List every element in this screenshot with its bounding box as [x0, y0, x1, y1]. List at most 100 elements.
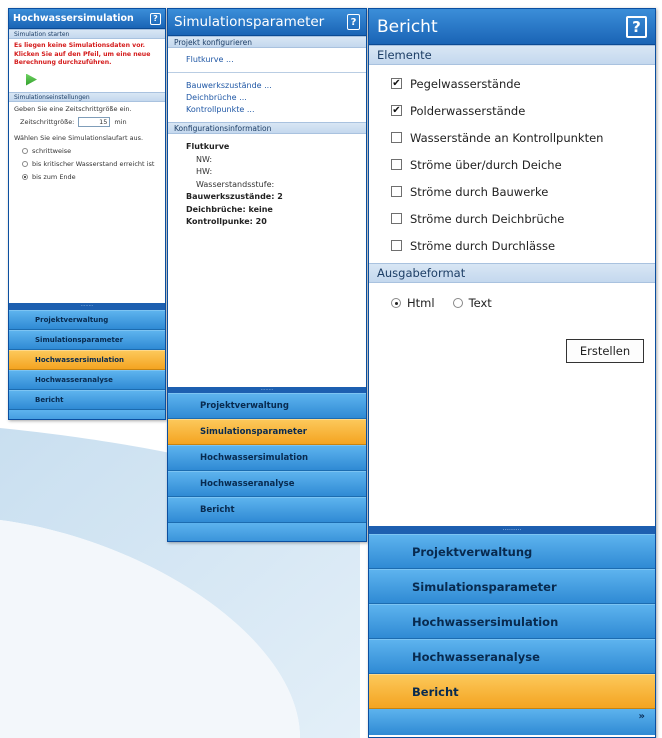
element-row[interactable]: Ströme über/durch Deiche: [369, 151, 655, 178]
nav-item-simulationsparameter[interactable]: Simulationsparameter: [168, 419, 366, 445]
run-prompt: Wählen Sie eine Simulationslaufart aus.: [14, 133, 144, 142]
element-label: Ströme durch Bauwerke: [410, 184, 549, 199]
info-checkpoints: Kontrollpunke: 20: [186, 217, 267, 226]
play-icon[interactable]: [26, 73, 37, 86]
more-chevron-icon[interactable]: »: [639, 712, 645, 722]
element-checklist: ✔ Pegelwasserstände ✔ Polderwasserstände…: [369, 65, 655, 263]
parameters-title: Simulationsparameter: [174, 14, 325, 30]
radio-button-selected[interactable]: [22, 174, 28, 180]
nav-item-projektverwaltung[interactable]: Projektverwaltung: [168, 393, 366, 419]
element-row[interactable]: ✔ Pegelwasserstände: [369, 70, 655, 97]
navigation-pane: ........ Projektverwaltung Simulationspa…: [168, 387, 366, 541]
run-option-end[interactable]: bis zum Ende: [22, 173, 160, 182]
run-option-critical[interactable]: bis kritischer Wasserstand erreicht ist: [22, 160, 160, 169]
element-row[interactable]: Wasserstände an Kontrollpunkten: [369, 124, 655, 151]
checkbox[interactable]: [391, 240, 402, 251]
simulation-titlebar: Hochwassersimulation ?: [9, 9, 165, 29]
nav-item-projektverwaltung[interactable]: Projektverwaltung: [9, 310, 165, 330]
element-row[interactable]: Ströme durch Durchlässe: [369, 232, 655, 259]
section-config-info: Konfigurationsinformation: [168, 122, 366, 134]
nav-item-hochwasseranalyse[interactable]: Hochwasseranalyse: [168, 471, 366, 497]
radio-button[interactable]: [22, 148, 28, 154]
simulation-title: Hochwassersimulation: [13, 13, 134, 24]
element-label: Ströme über/durch Deiche: [410, 157, 562, 172]
run-option-stepwise[interactable]: schrittweise: [22, 147, 160, 156]
help-icon[interactable]: ?: [150, 12, 161, 25]
section-project-config: Projekt konfigurieren: [168, 36, 366, 48]
simulation-panel: Hochwassersimulation ? Simulation starte…: [8, 8, 166, 420]
info-structures: Bauwerkszustände: 2: [186, 192, 283, 201]
config-info: Flutkurve NW: HW: Wasserstandsstufe: Bau…: [168, 134, 366, 229]
element-label: Ströme durch Deichbrüche: [410, 211, 565, 226]
radio-button[interactable]: [452, 298, 463, 308]
nav-item-bericht[interactable]: Bericht: [9, 390, 165, 410]
nav-item-bericht[interactable]: Bericht: [168, 497, 366, 523]
info-nw: NW:: [196, 154, 213, 164]
element-row[interactable]: Ströme durch Bauwerke: [369, 178, 655, 205]
nav-item-hochwasseranalyse[interactable]: Hochwasseranalyse: [369, 639, 655, 674]
element-label: Ströme durch Durchlässe: [410, 238, 556, 253]
link-checkpoints[interactable]: Kontrollpunkte ...: [186, 104, 366, 116]
element-row[interactable]: Ströme durch Deichbrüche: [369, 205, 655, 232]
run-option-label: bis kritischer Wasserstand erreicht ist: [32, 159, 155, 168]
format-html-label: Html: [407, 296, 435, 310]
nav-item-hochwasseranalyse[interactable]: Hochwasseranalyse: [9, 370, 165, 390]
run-option-label: schrittweise: [32, 146, 72, 155]
section-simulation-settings: Simulationseinstellungen: [9, 91, 165, 102]
nav-item-bericht[interactable]: Bericht: [369, 674, 655, 709]
divider: [168, 72, 366, 73]
report-titlebar: Bericht ?: [369, 9, 655, 45]
nav-splitter[interactable]: ..........: [369, 526, 655, 534]
help-icon[interactable]: ?: [626, 15, 647, 38]
checkbox[interactable]: [391, 186, 402, 197]
step-size-input[interactable]: 15: [78, 116, 111, 127]
navigation-pane: ........ Projektverwaltung Simulationspa…: [9, 303, 165, 419]
link-flood-curve[interactable]: Flutkurve ...: [186, 54, 366, 66]
nav-item-simulationsparameter[interactable]: Simulationsparameter: [9, 330, 165, 350]
section-elements: Elemente: [369, 45, 655, 65]
nav-item-simulationsparameter[interactable]: Simulationsparameter: [369, 569, 655, 604]
step-unit: min: [114, 117, 127, 126]
nav-splitter[interactable]: ........: [9, 303, 165, 310]
nav-footer: [168, 523, 366, 541]
report-title: Bericht: [377, 16, 438, 37]
link-structure-states[interactable]: Bauwerkszustände ...: [186, 80, 366, 92]
format-html-option[interactable]: Html: [391, 296, 435, 310]
checkbox-checked[interactable]: ✔: [391, 105, 402, 116]
element-label: Pegelwasserstände: [410, 76, 521, 91]
report-panel: Bericht ? Elemente ✔ Pegelwasserstände ✔…: [368, 8, 656, 738]
format-options: Html Text: [369, 291, 655, 315]
nav-item-hochwassersimulation[interactable]: Hochwassersimulation: [9, 350, 165, 370]
info-hw: HW:: [196, 167, 213, 176]
info-breaches: Deichbrüche: keine: [186, 204, 273, 214]
checkbox[interactable]: [391, 132, 402, 143]
nav-item-projektverwaltung[interactable]: Projektverwaltung: [369, 534, 655, 569]
error-message: Es liegen keine Simulationsdaten vor.: [14, 42, 145, 49]
radio-button-selected[interactable]: [391, 298, 401, 308]
info-flood-curve: Flutkurve: [186, 142, 230, 151]
step-prompt: Geben Sie eine Zeitschrittgröße ein.: [14, 104, 132, 113]
step-label: Zeitschrittgröße:: [20, 117, 75, 126]
nav-footer: »: [369, 709, 655, 735]
help-icon[interactable]: ?: [347, 14, 360, 30]
checkbox-checked[interactable]: ✔: [391, 78, 402, 89]
nav-item-hochwassersimulation[interactable]: Hochwassersimulation: [168, 445, 366, 471]
element-label: Polderwasserstände: [410, 103, 526, 118]
element-row[interactable]: ✔ Polderwasserstände: [369, 97, 655, 124]
parameters-panel: Simulationsparameter ? Projekt konfiguri…: [167, 8, 367, 542]
radio-button[interactable]: [22, 161, 28, 167]
run-option-label: bis zum Ende: [32, 172, 76, 181]
nav-item-hochwassersimulation[interactable]: Hochwassersimulation: [369, 604, 655, 639]
element-label: Wasserstände an Kontrollpunkten: [410, 130, 604, 145]
parameters-titlebar: Simulationsparameter ?: [168, 9, 366, 36]
link-dike-breaches[interactable]: Deichbrüche ...: [186, 92, 366, 104]
checkbox[interactable]: [391, 159, 402, 170]
create-report-button[interactable]: Erstellen: [566, 339, 644, 363]
nav-footer: [9, 410, 165, 419]
section-output-format: Ausgabeformat: [369, 263, 655, 283]
error-instruction: Klicken Sie auf den Pfeil, um eine neue …: [14, 50, 151, 67]
navigation-pane: .......... Projektverwaltung Simulations…: [369, 526, 655, 735]
info-water-level: Wasserstandsstufe:: [196, 179, 275, 189]
checkbox[interactable]: [391, 213, 402, 224]
format-text-option[interactable]: Text: [452, 296, 492, 310]
